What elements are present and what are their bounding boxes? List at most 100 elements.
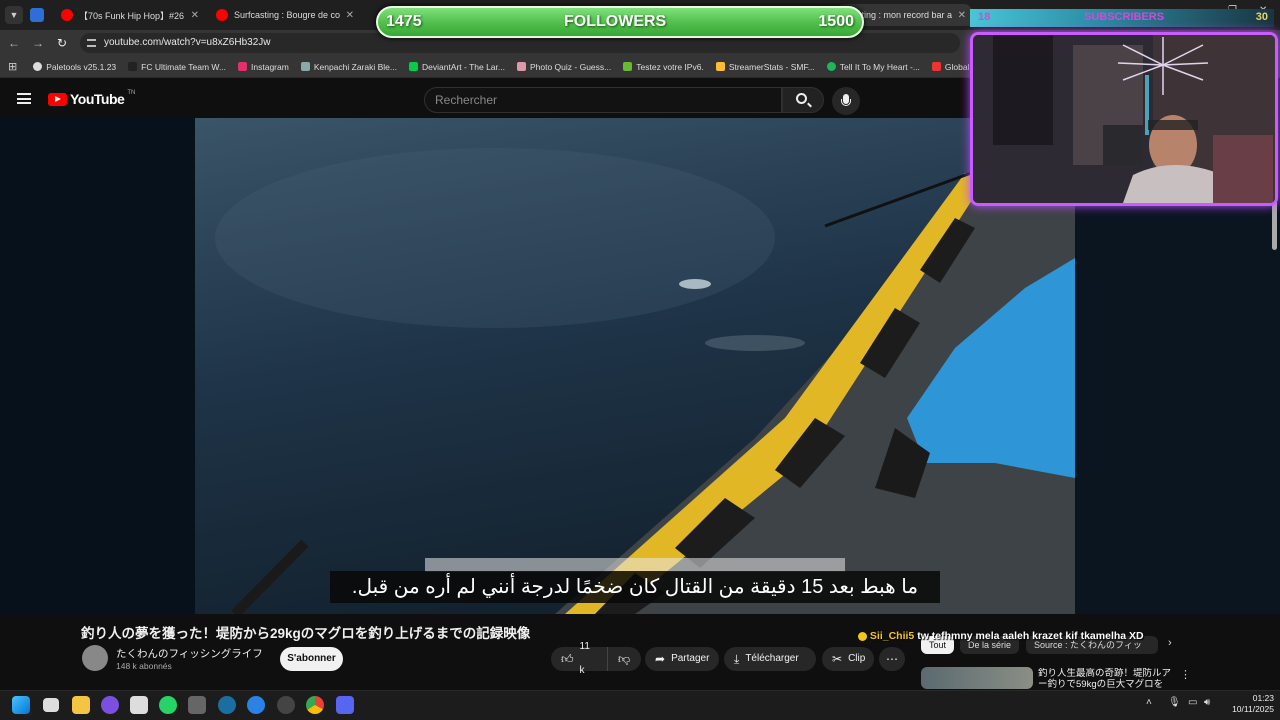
back-icon[interactable]: ← [6,35,22,51]
bookmark-tell-it[interactable]: Tell It To My Heart -... [826,62,920,72]
bookmark-favicon-icon [516,62,526,71]
youtube-play-icon [48,92,67,106]
apps-grid-icon[interactable]: ⊞ [8,60,17,73]
channel-name[interactable]: たくわんのフィッシングライフ [116,646,263,661]
download-icon: ⤓ [734,652,740,666]
followers-goal-bar: 1475 FOLLOWERS 1500 [376,6,864,38]
like-button[interactable]: 👍︎ 11 k [551,641,607,676]
subscribers-goal: 30 [1255,11,1268,23]
chat-text: tw tefhmny mela aaleh krazet kif tkamelh… [917,630,1144,642]
stream-chat-message: Sii_Chii5 tw tefhmny mela aaleh krazet k… [858,630,1144,642]
pinned-tab[interactable] [30,8,44,22]
subscribers-label: SUBSCRIBERS [1084,11,1165,23]
discord-icon[interactable] [336,696,354,714]
task-view-icon[interactable] [43,698,59,712]
app-editor-icon[interactable] [130,696,148,714]
followers-goal: 1500 [818,13,854,30]
chat-badge-icon [858,631,867,641]
subscribe-button[interactable]: S'abonner [280,647,343,671]
subscribers-current: 18 [978,11,991,23]
clip-button[interactable]: ✂ Clip [822,647,874,671]
app-hexagon-icon[interactable] [188,696,206,714]
bookmark-fc-ultimate[interactable]: FC Ultimate Team W... [128,62,226,72]
webcam-scene [973,35,1275,203]
instagram-icon [238,62,248,71]
tab-funk-playlist[interactable]: 【70s Funk Hip Hop】#26 Classi ✕ [55,4,205,26]
checkbox-favicon-icon [623,62,633,71]
tray-mic-icon[interactable]: 🎙︎ [1168,697,1181,708]
file-explorer-icon[interactable] [72,696,90,714]
chat-username: Sii_Chii5 [869,630,915,642]
download-button[interactable]: ⤓ Télécharger [724,647,816,671]
bookmark-ipv6[interactable]: Testez votre IPv6. [623,62,704,72]
whatsapp-icon[interactable] [159,696,177,714]
taskbar-clock[interactable]: 01:23 10/11/2025 [1222,693,1274,715]
bookmark-favicon-icon [300,62,310,71]
video-player[interactable] [195,118,1075,614]
url-text: youtube.com/watch?v=u8xZ6Hb32Jw [104,37,271,48]
app-purple-icon[interactable] [101,696,119,714]
related-more-icon[interactable]: ⋮ [1180,668,1191,681]
share-button[interactable]: ➦ Partager [645,647,719,671]
globalnet-favicon-icon [931,62,941,71]
search-button[interactable] [782,87,824,113]
search-icon [796,93,807,104]
channel-avatar[interactable] [82,645,108,671]
clock-date: 10/11/2025 [1232,704,1274,714]
youtube-logo[interactable]: YouTube TN [48,90,135,107]
menu-hamburger-icon[interactable] [17,93,31,104]
followers-label: FOLLOWERS [564,13,667,30]
forward-icon[interactable]: → [30,35,46,51]
bookmark-instagram[interactable]: Instagram [238,62,289,72]
app-blue-icon[interactable] [247,696,265,714]
bookmark-paletools[interactable]: Paletools v25.1.23 [33,62,116,72]
tray-chevron-icon[interactable]: ˄ [1146,697,1152,708]
close-tab-icon[interactable]: ✕ [346,10,354,21]
steam-icon[interactable] [218,696,236,714]
streamer-webcam [970,32,1278,206]
tab-surfcasting-congre[interactable]: Surfcasting : Bougre de conge ✕ [210,4,360,26]
thumbs-down-icon: 👎︎ [618,652,631,666]
reload-icon[interactable]: ↻ [54,35,70,51]
app-record-icon[interactable] [277,696,295,714]
deviantart-icon [408,62,418,71]
clock-time: 01:23 [1252,693,1274,703]
more-actions-button[interactable]: ⋯ [879,647,905,671]
tray-volume-icon[interactable]: 🔊︎ [1204,697,1210,708]
site-info-icon[interactable] [87,39,96,47]
subscribers-goal-bar: 18 SUBSCRIBERS 30 [970,9,1274,27]
bookmark-photo-quiz[interactable]: Photo Quiz - Guess... [516,62,611,72]
search-input[interactable]: Rechercher [424,87,782,113]
close-tab-icon[interactable]: ✕ [191,10,199,21]
bookmark-favicon-icon [33,62,43,71]
share-arrow-icon: ➦ [655,652,666,666]
youtube-favicon-icon [216,9,228,21]
tray-display-icon[interactable]: ▭ [1188,697,1197,708]
related-video-thumbnail[interactable] [921,667,1033,689]
bookmark-streamerstats[interactable]: StreamerStats - SMF... [715,62,815,72]
bookmark-kenpachi[interactable]: Kenpachi Zaraki Ble... [300,62,397,72]
more-dots-icon: ⋯ [886,652,898,666]
stats-favicon-icon [715,62,725,71]
spotify-icon [826,62,836,71]
tab-search-button[interactable]: ▼ [5,6,23,24]
bookmark-deviantart[interactable]: DeviantArt - The Lar... [408,62,505,72]
related-video-title[interactable]: 釣り人生最高の奇跡！堤防ルアー釣りで59kgの巨大マグロを [1038,668,1174,690]
video-subtitle: ما هبط بعد 15 دقيقة من القتال كان ضخمًا … [330,571,940,603]
page-scrollbar[interactable] [1272,200,1277,250]
chip-next-chevron-icon[interactable]: › [1168,637,1172,649]
dislike-button[interactable]: 👎︎ [607,647,641,671]
bookmark-favicon-icon [128,62,138,71]
windows-start-icon[interactable] [12,696,30,714]
video-frame-drawing [195,118,1075,614]
youtube-favicon-icon [61,9,73,21]
close-tab-icon[interactable]: ✕ [958,10,966,21]
video-side-panel-left [0,118,195,614]
video-title: 釣り人の夢を獲った！堤防から29kgのマグロを釣り上げるまでの記録映像 [81,626,531,641]
thumbs-up-icon: 👍︎ [561,652,574,666]
chrome-icon[interactable] [306,696,324,714]
scissors-icon: ✂ [832,652,843,666]
followers-current: 1475 [386,13,422,30]
voice-search-button[interactable] [832,87,860,115]
channel-subscriber-count: 148 k abonnés [116,661,172,671]
